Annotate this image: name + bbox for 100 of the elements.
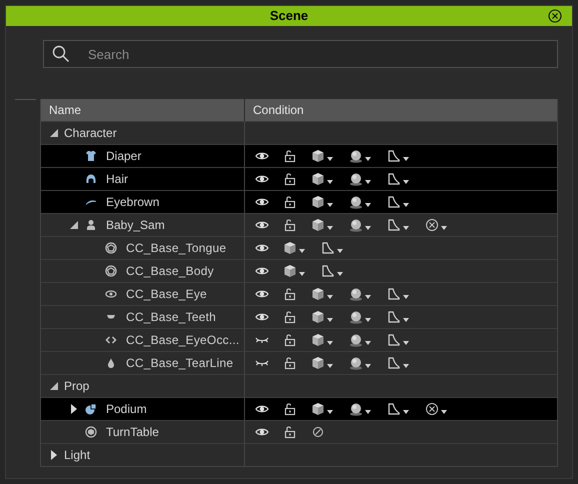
caret-icon[interactable] bbox=[403, 410, 409, 414]
tree-row[interactable]: Character bbox=[41, 121, 557, 144]
corner-shape-icon[interactable] bbox=[387, 172, 401, 186]
caret-icon[interactable] bbox=[327, 203, 333, 207]
tree-row[interactable]: Podium bbox=[41, 397, 557, 420]
corner-shape-icon[interactable] bbox=[321, 264, 335, 278]
tree-row[interactable]: Prop bbox=[41, 374, 557, 397]
cube-icon[interactable] bbox=[283, 264, 297, 278]
row-label: Prop bbox=[64, 378, 90, 395]
corner-shape-icon[interactable] bbox=[387, 356, 401, 370]
search-field[interactable]: Search bbox=[43, 40, 558, 68]
unlock-icon[interactable] bbox=[283, 425, 297, 439]
tree-row[interactable]: CC_Base_Teeth bbox=[41, 305, 557, 328]
sphere-icon[interactable] bbox=[349, 402, 363, 416]
unlock-icon[interactable] bbox=[283, 356, 297, 370]
caret-icon[interactable] bbox=[365, 226, 371, 230]
tree-row[interactable]: CC_Base_EyeOcc... bbox=[41, 328, 557, 351]
cube-icon[interactable] bbox=[311, 402, 325, 416]
corner-shape-icon[interactable] bbox=[387, 402, 401, 416]
cube-icon[interactable] bbox=[311, 195, 325, 209]
cube-icon[interactable] bbox=[283, 241, 297, 255]
caret-icon[interactable] bbox=[327, 157, 333, 161]
caret-icon[interactable] bbox=[365, 157, 371, 161]
tree-row[interactable]: CC_Base_Eye bbox=[41, 282, 557, 305]
caret-icon[interactable] bbox=[299, 249, 305, 253]
unlock-icon[interactable] bbox=[283, 149, 297, 163]
expand-arrow-icon[interactable] bbox=[71, 404, 77, 414]
unlock-icon[interactable] bbox=[283, 402, 297, 416]
unlock-icon[interactable] bbox=[283, 172, 297, 186]
caret-icon[interactable] bbox=[441, 410, 447, 414]
sphere-icon[interactable] bbox=[349, 310, 363, 324]
tree-row[interactable]: CC_Base_Tongue bbox=[41, 236, 557, 259]
cube-icon[interactable] bbox=[311, 218, 325, 232]
collapse-arrow-icon[interactable] bbox=[50, 382, 58, 390]
caret-icon[interactable] bbox=[403, 295, 409, 299]
column-header[interactable]: Condition bbox=[245, 99, 557, 121]
corner-shape-icon[interactable] bbox=[387, 149, 401, 163]
unlock-icon[interactable] bbox=[283, 195, 297, 209]
caret-icon[interactable] bbox=[327, 180, 333, 184]
sphere-icon[interactable] bbox=[349, 287, 363, 301]
caret-icon[interactable] bbox=[327, 295, 333, 299]
tree-row[interactable]: Eyebrown bbox=[41, 190, 557, 213]
cancel-icon[interactable] bbox=[425, 218, 439, 232]
caret-icon[interactable] bbox=[299, 272, 305, 276]
tree-row[interactable]: Hair bbox=[41, 167, 557, 190]
caret-icon[interactable] bbox=[365, 180, 371, 184]
tree-row[interactable]: CC_Base_Body bbox=[41, 259, 557, 282]
cube-icon[interactable] bbox=[311, 333, 325, 347]
sphere-icon[interactable] bbox=[349, 195, 363, 209]
caret-icon[interactable] bbox=[365, 318, 371, 322]
cube-icon[interactable] bbox=[311, 172, 325, 186]
caret-icon[interactable] bbox=[403, 364, 409, 368]
caret-icon[interactable] bbox=[365, 341, 371, 345]
caret-icon[interactable] bbox=[365, 203, 371, 207]
tree-row[interactable]: TurnTable bbox=[41, 420, 557, 443]
sphere-icon[interactable] bbox=[349, 333, 363, 347]
unlock-icon[interactable] bbox=[283, 310, 297, 324]
caret-icon[interactable] bbox=[365, 364, 371, 368]
cube-icon[interactable] bbox=[311, 149, 325, 163]
sphere-icon[interactable] bbox=[349, 356, 363, 370]
cube-icon[interactable] bbox=[311, 287, 325, 301]
cube-icon[interactable] bbox=[311, 356, 325, 370]
caret-icon[interactable] bbox=[327, 410, 333, 414]
corner-shape-icon[interactable] bbox=[321, 241, 335, 255]
caret-icon[interactable] bbox=[403, 318, 409, 322]
tree-row[interactable]: Light bbox=[41, 443, 557, 466]
unlock-icon[interactable] bbox=[283, 287, 297, 301]
tree-row[interactable]: Diaper bbox=[41, 144, 557, 167]
caret-icon[interactable] bbox=[327, 341, 333, 345]
caret-icon[interactable] bbox=[403, 180, 409, 184]
caret-icon[interactable] bbox=[337, 249, 343, 253]
sphere-icon[interactable] bbox=[349, 218, 363, 232]
tree-row[interactable]: CC_Base_TearLine bbox=[41, 351, 557, 374]
caret-icon[interactable] bbox=[327, 226, 333, 230]
unlock-icon[interactable] bbox=[283, 218, 297, 232]
caret-icon[interactable] bbox=[403, 203, 409, 207]
cancel-icon[interactable] bbox=[425, 402, 439, 416]
caret-icon[interactable] bbox=[327, 318, 333, 322]
expand-arrow-icon[interactable] bbox=[51, 450, 57, 460]
sphere-icon[interactable] bbox=[349, 172, 363, 186]
tree-row[interactable]: Baby_Sam bbox=[41, 213, 557, 236]
caret-icon[interactable] bbox=[403, 341, 409, 345]
caret-icon[interactable] bbox=[403, 157, 409, 161]
corner-shape-icon[interactable] bbox=[387, 310, 401, 324]
caret-icon[interactable] bbox=[365, 410, 371, 414]
caret-icon[interactable] bbox=[327, 364, 333, 368]
collapse-arrow-icon[interactable] bbox=[50, 129, 58, 137]
unlock-icon[interactable] bbox=[283, 333, 297, 347]
corner-shape-icon[interactable] bbox=[387, 287, 401, 301]
sphere-icon[interactable] bbox=[349, 149, 363, 163]
caret-icon[interactable] bbox=[441, 226, 447, 230]
collapse-arrow-icon[interactable] bbox=[70, 221, 78, 229]
caret-icon[interactable] bbox=[365, 295, 371, 299]
close-button[interactable] bbox=[548, 9, 562, 23]
caret-icon[interactable] bbox=[403, 226, 409, 230]
corner-shape-icon[interactable] bbox=[387, 195, 401, 209]
corner-shape-icon[interactable] bbox=[387, 333, 401, 347]
corner-shape-icon[interactable] bbox=[387, 218, 401, 232]
caret-icon[interactable] bbox=[337, 272, 343, 276]
cube-icon[interactable] bbox=[311, 310, 325, 324]
